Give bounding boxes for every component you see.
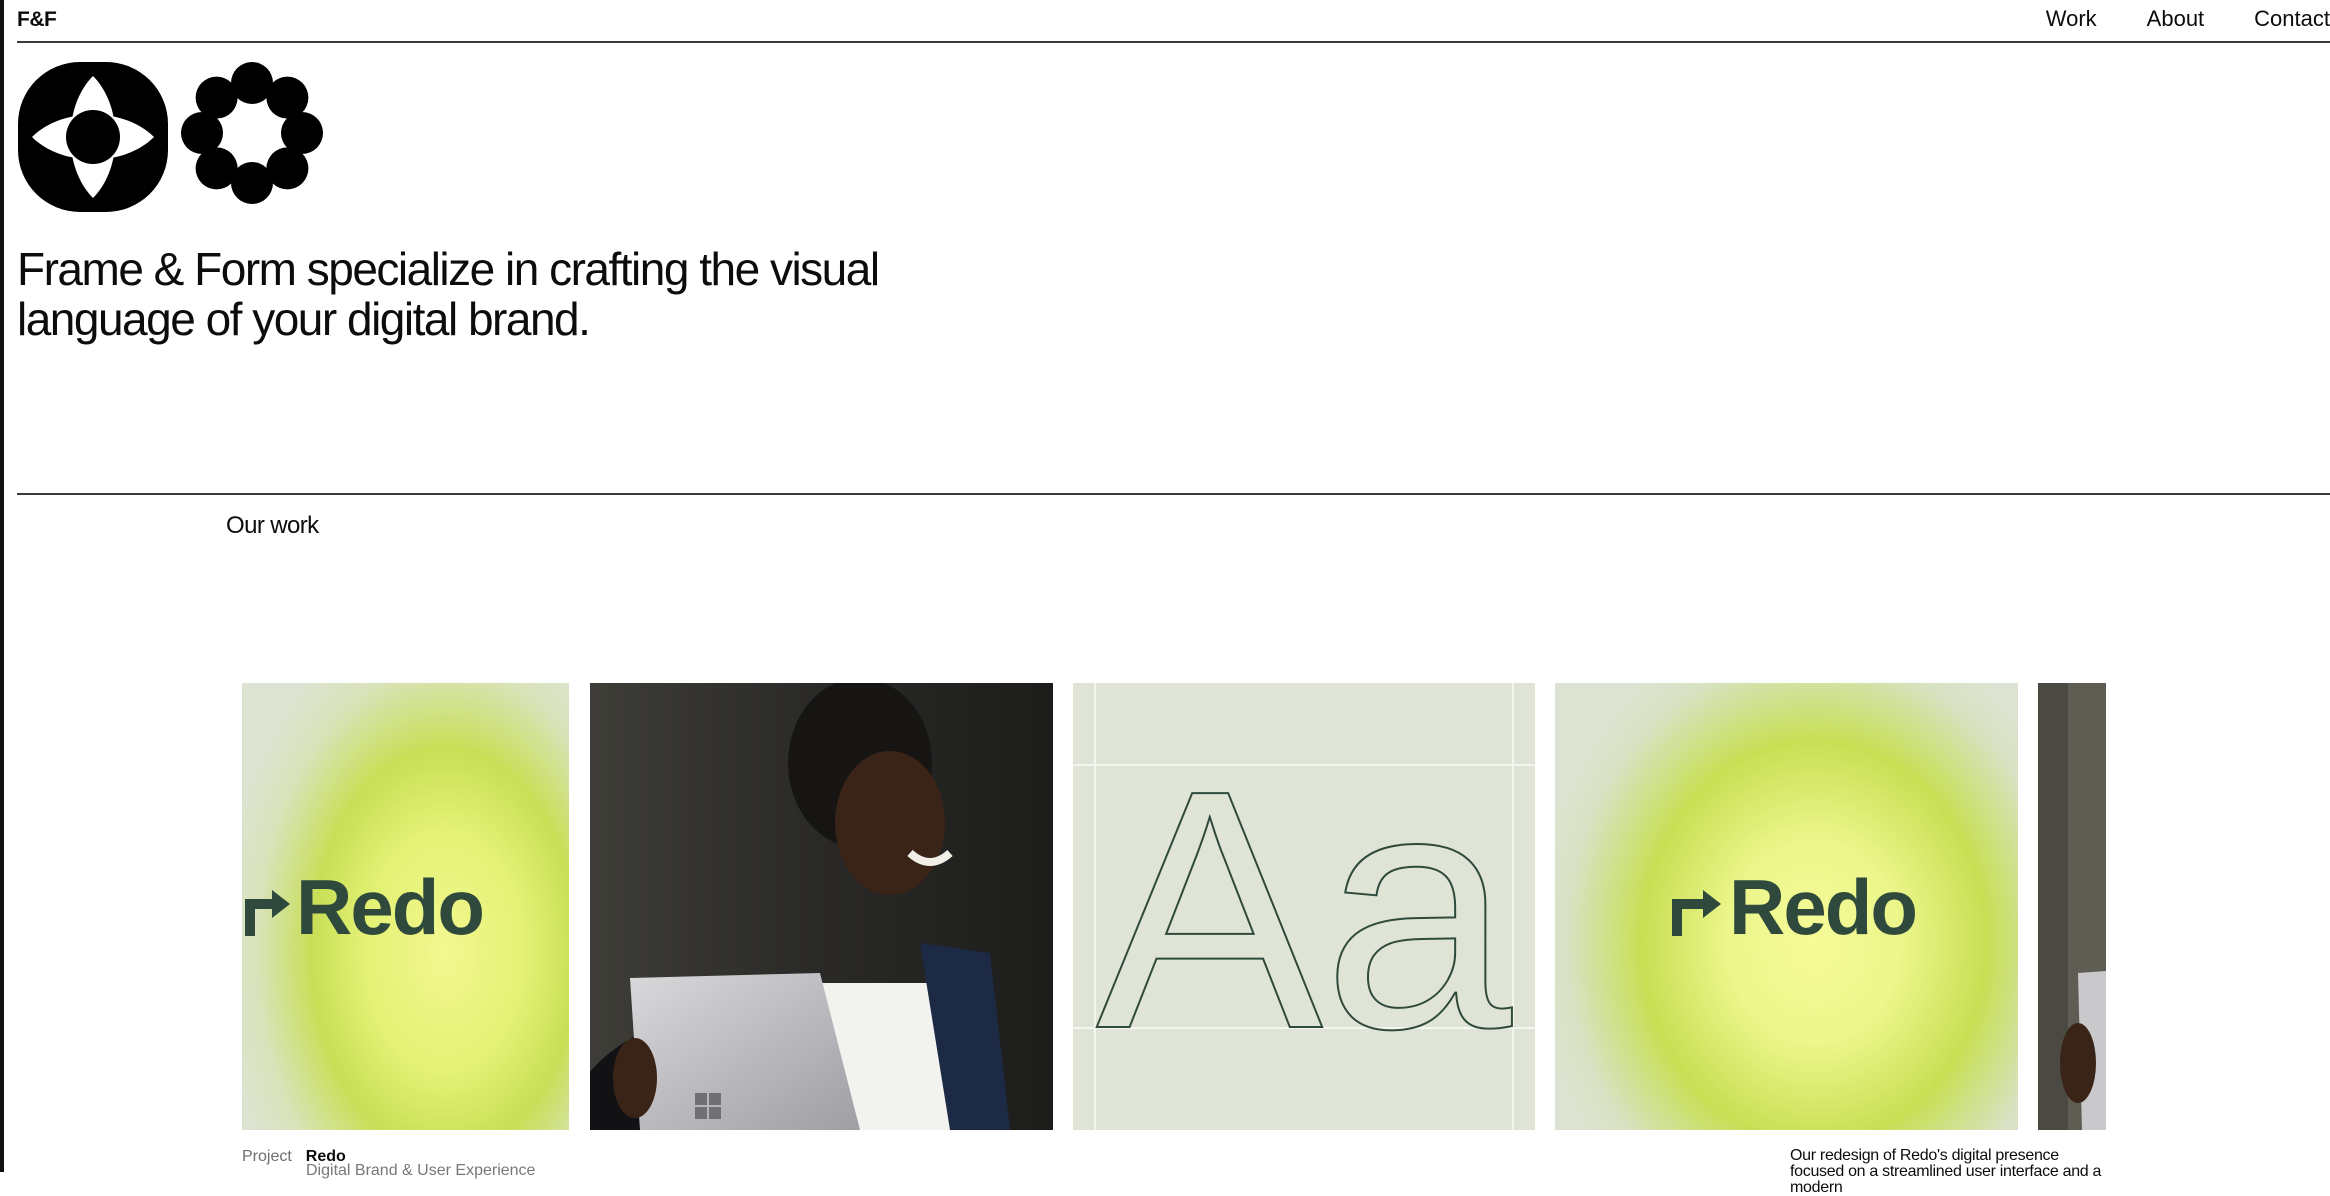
redo-wordmark: Redo	[296, 863, 485, 951]
man-with-tablet-image	[590, 683, 1053, 1130]
work-card-photo[interactable]	[590, 683, 1053, 1130]
window-edge	[0, 0, 4, 1172]
work-card-redo[interactable]: Redo	[242, 683, 569, 1130]
work-card-partial[interactable]	[2038, 683, 2106, 1130]
project-description: Our redesign of Redo's digital presence …	[1790, 1147, 2102, 1196]
section-title: Our work	[226, 512, 319, 539]
main-nav: Work About Contact	[2046, 6, 2330, 32]
brand-marks	[18, 62, 323, 212]
work-card-redo-2[interactable]: Redo	[1555, 683, 2018, 1130]
header-divider	[17, 41, 2330, 43]
redo-wordmark: Redo	[1729, 863, 1918, 951]
nav-contact-link[interactable]: Contact	[2254, 6, 2330, 32]
nav-about-link[interactable]: About	[2147, 6, 2205, 32]
redo-logo: Redo	[1665, 862, 1918, 953]
typography-specimen: Aa	[1073, 683, 1535, 1130]
redo-arrow-icon	[1672, 890, 1721, 936]
work-card-typography[interactable]: Aa	[1073, 683, 1535, 1130]
section-divider	[17, 493, 2330, 495]
project-services: Digital Brand & User Experience	[306, 1162, 536, 1179]
typography-sample: Aa	[1096, 720, 1514, 1100]
hero-headline: Frame & Form specialize in crafting the …	[17, 243, 880, 345]
redo-logo: Redo	[242, 862, 485, 953]
project-label: Project	[242, 1148, 292, 1165]
nav-work-link[interactable]: Work	[2046, 6, 2097, 32]
lens-mark-icon	[18, 62, 168, 212]
brand-logo[interactable]: F&F	[17, 8, 57, 32]
redo-arrow-icon	[245, 890, 290, 936]
tablet-partial-image	[2038, 683, 2106, 1130]
flower-mark-icon	[181, 62, 323, 204]
